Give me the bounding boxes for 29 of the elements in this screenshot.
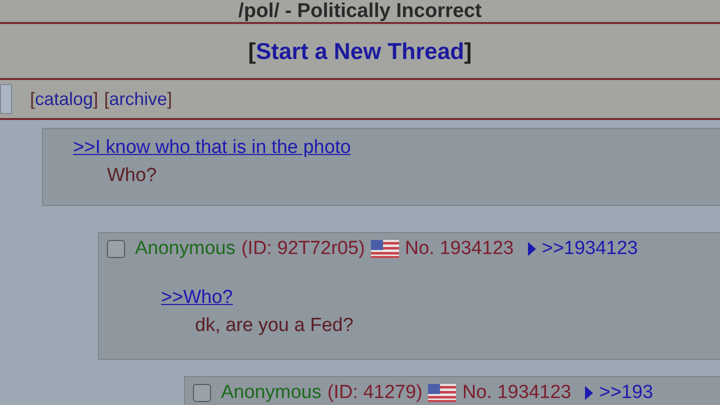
- board-title: /pol/ - Politically Incorrect: [238, 0, 482, 22]
- poster-id: (ID: 41279): [327, 382, 422, 404]
- post-number[interactable]: No. 1934123: [462, 382, 572, 404]
- quote-link[interactable]: >>I know who that is in the photo: [73, 137, 351, 159]
- quote-link[interactable]: >>Who?: [161, 287, 233, 309]
- post-comment: dk, are you a Fed?: [195, 315, 354, 337]
- bracket: ]: [93, 88, 98, 108]
- backlink[interactable]: >>1934123: [542, 238, 638, 260]
- backlink[interactable]: >>193: [599, 382, 654, 404]
- poster-name: Anonymous: [135, 238, 236, 260]
- poster-name: Anonymous: [221, 382, 322, 404]
- search-field-edge[interactable]: [0, 84, 12, 114]
- bracket: [: [30, 88, 36, 108]
- nav-link[interactable]: catalog: [35, 88, 94, 108]
- poster-id: (ID: 92T72r05): [241, 238, 365, 260]
- nav-link[interactable]: archive: [109, 88, 168, 108]
- bracket: ]: [167, 88, 172, 108]
- bracket: ]: [464, 38, 472, 64]
- flag-icon: [428, 384, 456, 402]
- caret-icon[interactable]: [528, 242, 536, 256]
- checkbox[interactable]: [107, 240, 125, 258]
- bracket: [: [104, 88, 110, 108]
- post-number[interactable]: No. 1934123: [404, 238, 514, 260]
- caret-icon[interactable]: [585, 386, 594, 400]
- bracket: [: [248, 38, 256, 64]
- checkbox[interactable]: [193, 384, 211, 402]
- new-thread-link[interactable]: Start a New Thread: [256, 38, 464, 64]
- flag-icon: [370, 240, 399, 258]
- post-comment: Who?: [107, 165, 158, 187]
